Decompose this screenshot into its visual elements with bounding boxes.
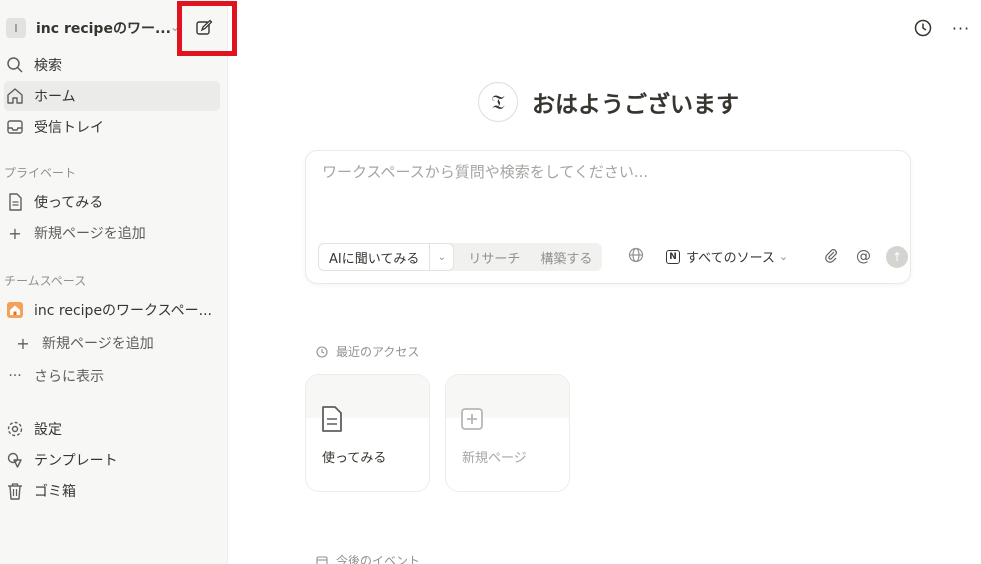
sidebar-item-label: 設定: [34, 422, 62, 438]
ai-prompt-input[interactable]: [322, 163, 882, 181]
chevron-down-icon: ⌄: [437, 251, 447, 263]
more-options-button[interactable]: ···: [950, 17, 972, 39]
page-icon: [322, 406, 342, 432]
send-button[interactable]: ↑: [886, 246, 908, 268]
clock-icon: [316, 345, 328, 358]
workspace-badge: I: [6, 18, 26, 38]
history-button[interactable]: [912, 17, 934, 39]
more-icon: ···: [8, 368, 22, 384]
sidebar-item-label: 検索: [34, 58, 62, 74]
web-search-toggle[interactable]: [628, 247, 644, 263]
sidebar-item-show-more[interactable]: ··· さらに表示: [4, 361, 220, 391]
trash-icon: [4, 480, 26, 502]
sidebar-item-label: 新規ページを追加: [34, 226, 146, 242]
sidebar-item-label: テンプレート: [34, 453, 118, 469]
recent-card-getting-started[interactable]: 使ってみる: [305, 374, 430, 492]
mode-build[interactable]: 構築する: [530, 243, 602, 271]
greeting-title: おはようございます: [532, 92, 739, 118]
sidebar-item-add-page-private[interactable]: + 新規ページを追加: [4, 218, 220, 248]
sidebar-item-home[interactable]: ホーム: [4, 81, 220, 111]
sidebar-item-label: ホーム: [34, 89, 76, 105]
at-sign-icon: @: [856, 247, 871, 265]
sidebar-item-teamspace[interactable]: inc recipeのワークスペー...: [4, 295, 220, 325]
sidebar-item-inbox[interactable]: 受信トレイ: [4, 112, 220, 142]
template-icon: [4, 449, 26, 471]
attach-button[interactable]: [824, 247, 838, 263]
plus-square-icon: [461, 408, 483, 430]
workspace-switcher[interactable]: I inc recipeのワー... ⌄: [4, 12, 184, 44]
sources-label: すべてのソース: [686, 251, 775, 266]
arrow-up-icon: ↑: [891, 250, 903, 264]
card-title: 使ってみる: [322, 451, 387, 466]
sidebar-item-label: 新規ページを追加: [42, 336, 154, 352]
clock-icon: [914, 19, 932, 37]
sidebar-item-getting-started[interactable]: 使ってみる: [4, 187, 220, 217]
recent-section-label: 最近のアクセス: [316, 343, 419, 360]
house-emoji-icon: [4, 299, 26, 321]
plus-icon: +: [16, 333, 30, 353]
notion-ai-logo-icon: 𝔗: [478, 82, 518, 122]
mode-dropdown-button[interactable]: ⌄: [430, 243, 455, 271]
workspace-name: inc recipeのワー...: [36, 21, 171, 37]
inbox-icon: [4, 116, 26, 138]
home-icon: [4, 85, 26, 107]
main-content: ··· 𝔗 おはようございます AIに聞いてみる ⌄ リサーチ 構築する N す…: [228, 0, 981, 564]
calendar-icon: [316, 555, 328, 564]
sidebar-item-label: さらに表示: [34, 369, 104, 385]
paperclip-icon: [825, 249, 837, 263]
recent-label-text: 最近のアクセス: [336, 345, 420, 359]
plus-icon: +: [8, 223, 22, 243]
sidebar-item-trash[interactable]: ゴミ箱: [4, 476, 220, 506]
events-label-text: 今後のイベント: [336, 554, 421, 564]
globe-icon: [628, 247, 644, 263]
teamspace-section-label: チームスペース: [4, 274, 87, 288]
sidebar-item-label: ゴミ箱: [34, 484, 76, 500]
sidebar-item-label: inc recipeのワークスペー...: [34, 303, 213, 319]
greeting: 𝔗 おはようございます: [478, 82, 739, 122]
mode-research[interactable]: リサーチ: [458, 243, 530, 271]
sidebar-item-label: 使ってみる: [34, 195, 104, 211]
recent-card-new-page[interactable]: 新規ページ: [445, 374, 570, 492]
more-icon: ···: [951, 18, 971, 38]
mode-ask-ai[interactable]: AIに聞いてみる: [318, 243, 431, 271]
sidebar-item-add-page-team[interactable]: + 新規ページを追加: [12, 328, 220, 358]
events-section-label: 今後のイベント: [316, 552, 420, 564]
sidebar-item-templates[interactable]: テンプレート: [4, 445, 220, 475]
sidebar-item-label: 受信トレイ: [34, 120, 104, 136]
chevron-down-icon: ⌄: [778, 250, 789, 263]
sources-selector[interactable]: N すべてのソース ⌄: [666, 247, 788, 266]
page-icon: [4, 191, 26, 213]
card-title: 新規ページ: [462, 451, 527, 466]
search-icon: [4, 54, 26, 76]
sidebar: I inc recipeのワー... ⌄ 検索 ホーム 受信トレイ プライベート…: [0, 0, 237, 564]
gear-icon: [4, 418, 26, 440]
ai-prompt-box: AIに聞いてみる ⌄ リサーチ 構築する N すべてのソース ⌄ @ ↑: [305, 150, 911, 284]
sidebar-item-settings[interactable]: 設定: [4, 414, 220, 444]
notion-logo-icon: N: [666, 249, 680, 264]
sidebar-item-search[interactable]: 検索: [4, 50, 220, 80]
mention-button[interactable]: @: [856, 247, 871, 265]
ai-mode-group: AIに聞いてみる ⌄ リサーチ 構築する: [318, 243, 603, 271]
private-section-label: プライベート: [4, 166, 77, 180]
